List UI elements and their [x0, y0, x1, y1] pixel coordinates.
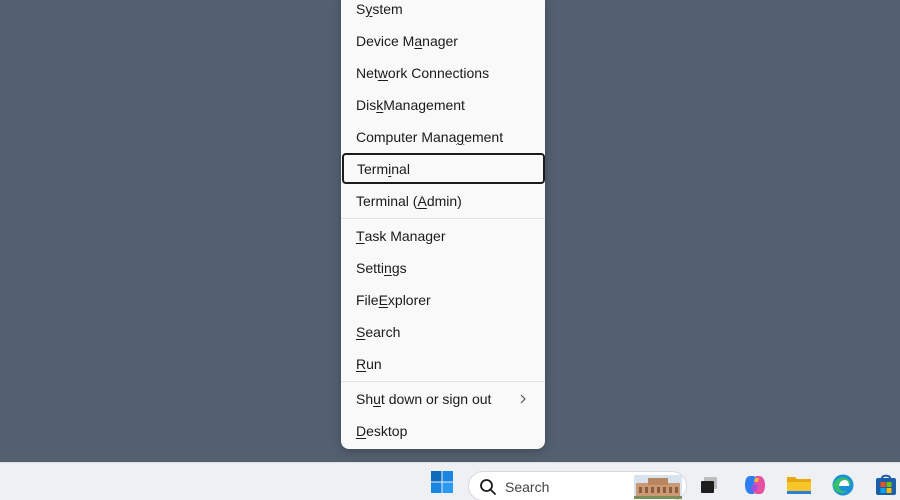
menu-item-label: esktop: [366, 423, 408, 439]
menu-item-task-manager[interactable]: Task Manager: [341, 221, 545, 251]
microsoft-store-button[interactable]: [870, 470, 900, 500]
menu-item-label: nal: [391, 160, 410, 177]
edge-button[interactable]: [827, 470, 859, 500]
menu-item-label: Term: [357, 160, 389, 177]
menu-item-label: un: [366, 356, 382, 372]
menu-item-label: File: [356, 292, 379, 308]
menu-item-accesskey: g: [456, 129, 465, 145]
copilot-icon: [745, 476, 765, 494]
menu-item-label: Management: [383, 97, 465, 113]
menu-item-label: gs: [391, 260, 407, 276]
task-view-button[interactable]: [693, 470, 725, 500]
menu-item-label: S: [356, 1, 366, 17]
menu-item-shut-down[interactable]: Sh u t down or sign out: [341, 384, 545, 414]
file-explorer-icon: [787, 477, 811, 494]
search-placeholder: Search: [505, 479, 550, 495]
menu-item-disk-management[interactable]: Dis k Management: [341, 90, 545, 120]
menu-item-computer-management[interactable]: Computer Mana g ement: [341, 122, 545, 152]
menu-separator: [341, 218, 545, 219]
menu-item-accesskey: n: [384, 260, 392, 276]
menu-item-label: earch: [365, 324, 401, 340]
menu-item-accesskey: S: [356, 324, 366, 340]
menu-item-settings[interactable]: Setti n gs: [341, 253, 545, 283]
menu-item-label: ement: [464, 129, 504, 145]
power-user-menu: Sy stem Device Ma nager Net w ork Connection…: [341, 0, 545, 449]
menu-item-label: ask Manager: [364, 228, 446, 244]
menu-item-network-connections[interactable]: Net w ork Connections: [341, 58, 545, 88]
chevron-right-icon: [520, 394, 526, 404]
menu-item-terminal-admin[interactable]: Terminal (Admin): [341, 186, 545, 216]
menu-item-accesskey: A: [417, 193, 427, 209]
menu-item-accesskey: T: [356, 228, 365, 244]
menu-item-search[interactable]: Search: [341, 317, 545, 347]
menu-item-label: t down or sign out: [380, 391, 492, 407]
microsoft-store-icon: [876, 474, 896, 495]
menu-item-accesskey: E: [378, 292, 388, 308]
menu-item-device-manager[interactable]: Device Ma nager: [341, 26, 545, 56]
menu-item-accesskey: u: [373, 391, 381, 407]
menu-item-label: Setti: [356, 260, 385, 276]
copilot-button[interactable]: [739, 470, 771, 500]
menu-item-label: Device M: [356, 33, 415, 49]
menu-item-accesskey: y: [365, 1, 373, 17]
menu-item-accesskey: w: [377, 65, 388, 81]
menu-item-accesskey: R: [356, 356, 367, 372]
menu-item-label: Sh: [356, 391, 374, 407]
start-button[interactable]: [426, 467, 458, 497]
menu-item-label: xplorer: [387, 292, 431, 308]
menu-item-label: stem: [372, 1, 403, 17]
menu-item-label: Net: [356, 65, 378, 81]
menu-item-terminal[interactable]: Term i nal: [342, 153, 545, 184]
menu-item-accesskey: D: [356, 423, 367, 439]
menu-separator: [341, 381, 545, 382]
menu-item-run[interactable]: Run: [341, 349, 545, 379]
menu-item-label: Dis: [356, 97, 377, 113]
windows-start-icon: [431, 471, 453, 493]
menu-item-accesskey: k: [376, 97, 384, 113]
menu-item-accesskey: a: [414, 33, 423, 49]
menu-item-file-explorer[interactable]: File Explorer: [341, 285, 545, 315]
menu-item-desktop[interactable]: Desktop: [341, 416, 545, 446]
taskbar-search-box[interactable]: Search: [468, 471, 687, 500]
menu-item-label: nager: [422, 33, 458, 49]
menu-item-label: Terminal (: [356, 193, 418, 209]
task-view-icon: [701, 477, 717, 493]
menu-item-system[interactable]: Sy stem: [341, 0, 545, 24]
menu-item-label: Computer Mana: [356, 129, 457, 145]
edge-icon: [832, 474, 854, 496]
search-icon: [480, 479, 496, 495]
search-highlight-image: [634, 475, 682, 499]
file-explorer-button[interactable]: [783, 470, 815, 500]
menu-item-label: ork Connections: [387, 65, 490, 81]
menu-item-label: dmin): [426, 193, 462, 209]
